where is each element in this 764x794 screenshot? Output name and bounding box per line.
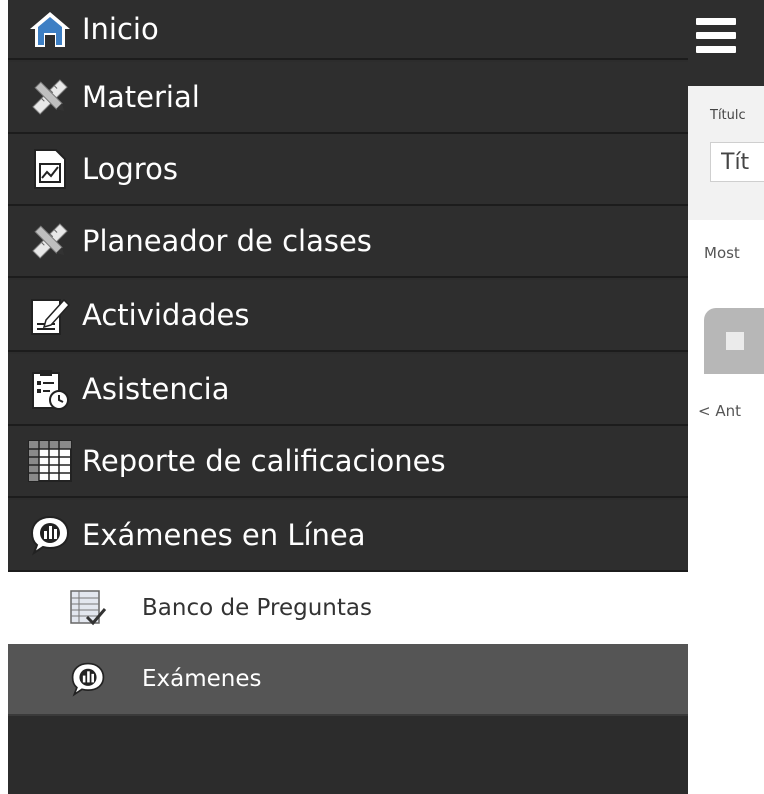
chart-document-icon: [26, 147, 74, 191]
sidebar-item-material[interactable]: Material: [8, 62, 688, 134]
sidebar-subitem-label: Exámenes: [142, 666, 262, 692]
sidebar-item-label: Exámenes en Línea: [82, 518, 366, 552]
select-all-checkbox[interactable]: [726, 332, 744, 350]
previous-page-link[interactable]: < Ant: [698, 402, 741, 420]
clipboard-clock-icon: [26, 367, 74, 411]
table-header: [704, 308, 764, 374]
hamburger-icon[interactable]: [696, 18, 736, 60]
sidebar-item-label: Asistencia: [82, 372, 230, 406]
sidebar-item-label: Inicio: [82, 12, 159, 46]
sidebar-subitem-examenes[interactable]: Exámenes: [8, 644, 688, 716]
sidebar-item-inicio[interactable]: Inicio: [8, 0, 688, 60]
home-icon: [26, 7, 74, 51]
sidebar-item-logros[interactable]: Logros: [8, 134, 688, 206]
sidebar-item-actividades[interactable]: Actividades: [8, 280, 688, 352]
ruler-pencil-icon: [26, 219, 74, 263]
sidebar-item-label: Actividades: [82, 298, 250, 332]
sidebar-item-label: Material: [82, 80, 200, 114]
sidebar: Inicio Material Logros Planeador de clas…: [8, 0, 688, 794]
sidebar-item-reporte[interactable]: Reporte de calificaciones: [8, 426, 688, 498]
sidebar-item-label: Planeador de clases: [82, 224, 372, 258]
show-entries-label: Most: [704, 244, 740, 262]
chat-chart-icon: [68, 659, 108, 699]
sidebar-item-label: Reporte de calificaciones: [82, 444, 446, 478]
sidebar-subitem-label: Banco de Preguntas: [142, 595, 372, 621]
chat-chart-icon: [26, 513, 74, 557]
sidebar-item-examenes-en-linea[interactable]: Exámenes en Línea: [8, 500, 688, 572]
sidebar-item-asistencia[interactable]: Asistencia: [8, 354, 688, 426]
top-bar: [688, 0, 764, 86]
title-filter-input[interactable]: [710, 142, 764, 182]
filter-panel: Títulc: [688, 86, 764, 220]
sidebar-footer-area: [8, 716, 688, 794]
ruler-pencil-icon: [26, 75, 74, 119]
sidebar-subitem-banco-de-preguntas[interactable]: Banco de Preguntas: [8, 572, 688, 644]
sidebar-item-label: Logros: [82, 152, 178, 186]
title-filter-label: Títulc: [710, 108, 746, 123]
sidebar-item-planeador[interactable]: Planeador de clases: [8, 206, 688, 278]
edit-document-icon: [26, 293, 74, 337]
checklist-icon: [68, 588, 108, 628]
grid-report-icon: [26, 439, 74, 483]
